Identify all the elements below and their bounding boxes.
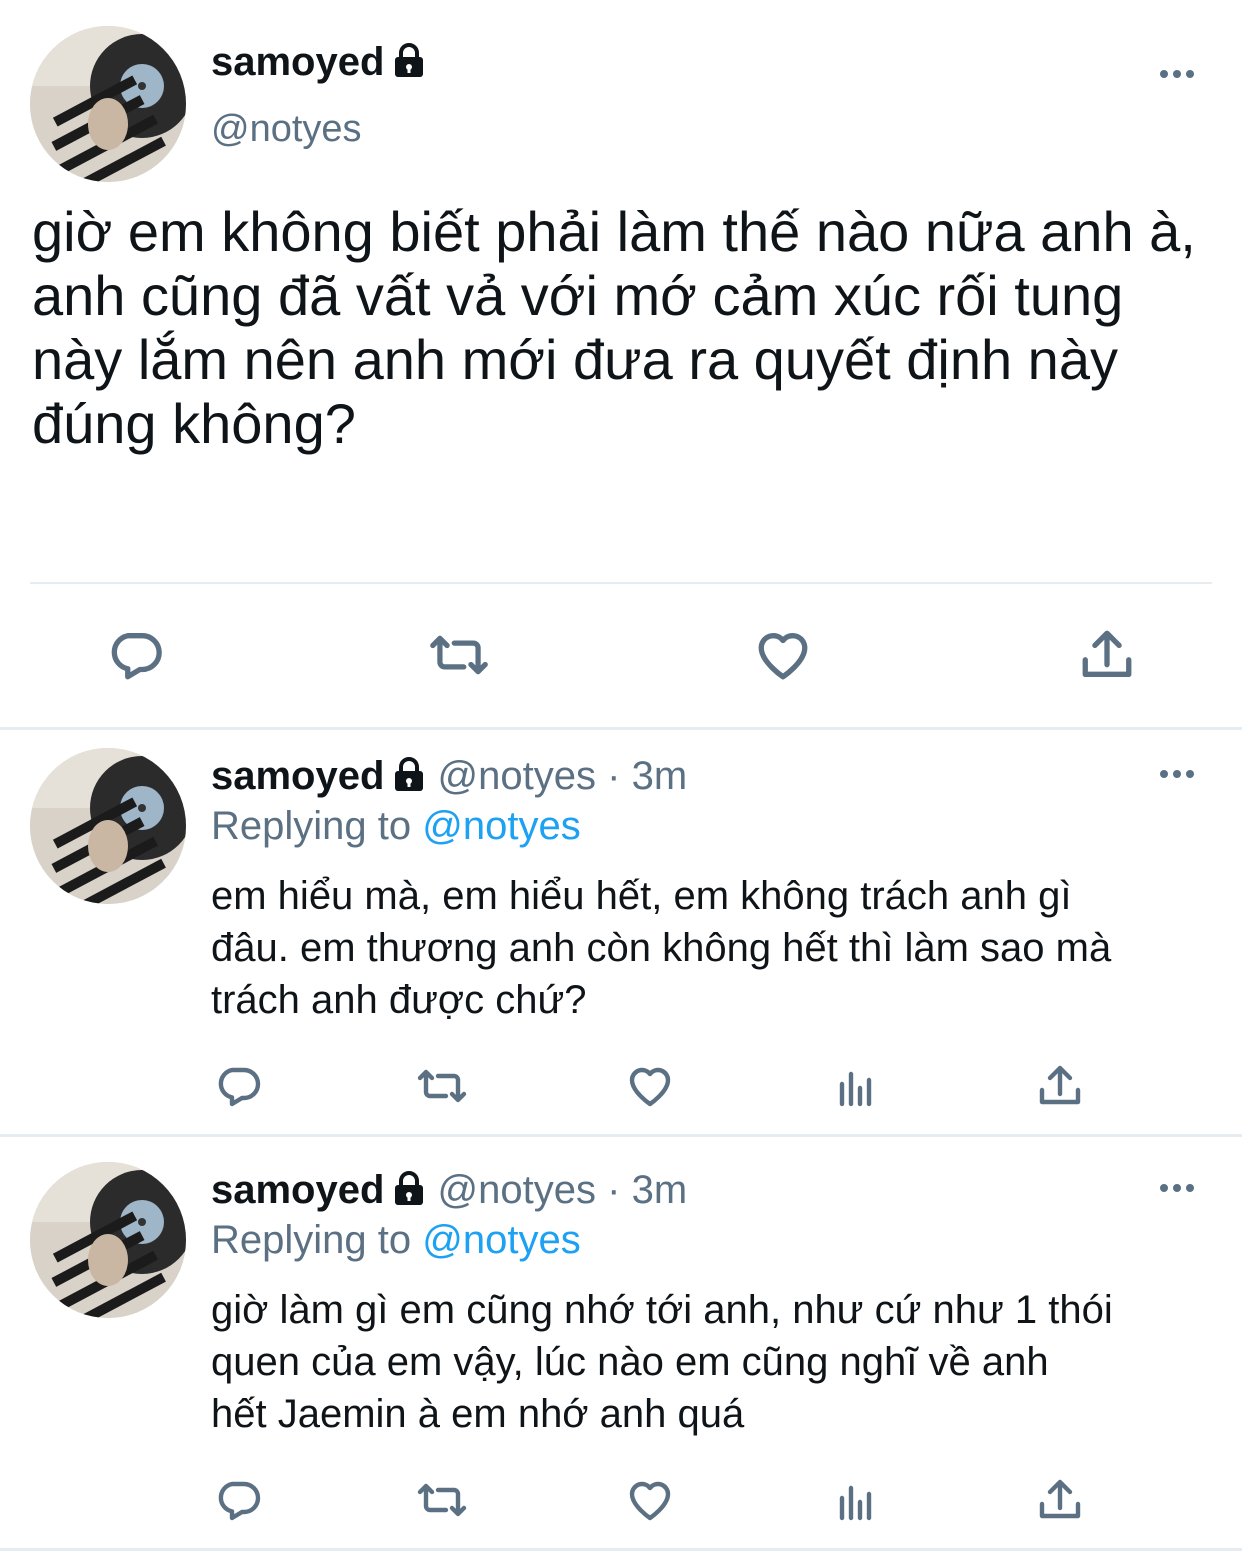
retweet-button[interactable] bbox=[426, 622, 492, 688]
analytics-button[interactable] bbox=[828, 1472, 884, 1528]
retweet-button[interactable] bbox=[414, 1472, 470, 1528]
lock-icon bbox=[395, 43, 424, 77]
main-tweet: samoyed @notyes giờ em không biết phải l… bbox=[0, 0, 1242, 728]
tweet-text: giờ em không biết phải làm thế nào nữa a… bbox=[32, 200, 1196, 455]
analytics-button[interactable] bbox=[828, 1058, 884, 1114]
separator bbox=[0, 1134, 1242, 1137]
reply-icon bbox=[218, 1067, 261, 1107]
avatar-image bbox=[30, 748, 186, 904]
replying-to: Replying to @notyes bbox=[211, 804, 581, 849]
like-icon bbox=[629, 1067, 671, 1107]
retweet-icon bbox=[417, 1483, 467, 1517]
share-button[interactable] bbox=[1032, 1058, 1088, 1114]
share-icon bbox=[1082, 630, 1132, 677]
tweet-text: giờ làm gì em cũng nhớ tới anh, như cứ n… bbox=[211, 1288, 1113, 1436]
avatar[interactable] bbox=[30, 748, 186, 904]
reply-tweet: samoyed @notyes · 3m Replying to @notyes… bbox=[0, 1144, 1242, 1549]
reply-button[interactable] bbox=[210, 1058, 266, 1114]
like-button[interactable] bbox=[750, 622, 816, 688]
share-button[interactable] bbox=[1032, 1472, 1088, 1528]
timestamp[interactable]: 3m bbox=[632, 754, 688, 798]
like-icon bbox=[629, 1481, 671, 1521]
like-button[interactable] bbox=[622, 1472, 678, 1528]
display-name[interactable]: samoyed bbox=[211, 1168, 384, 1212]
avatar[interactable] bbox=[30, 26, 186, 182]
like-button[interactable] bbox=[622, 1058, 678, 1114]
replying-prefix: Replying to bbox=[211, 1218, 412, 1262]
display-name-text: samoyed bbox=[211, 40, 385, 84]
avatar-image bbox=[30, 26, 186, 182]
mention-link[interactable]: @notyes bbox=[422, 804, 580, 848]
more-icon[interactable] bbox=[1160, 1184, 1194, 1192]
separator-dot: · bbox=[607, 1168, 621, 1212]
divider bbox=[30, 582, 1212, 584]
analytics-icon bbox=[839, 1485, 872, 1521]
avatar-image bbox=[30, 1162, 186, 1318]
timestamp[interactable]: 3m bbox=[632, 1168, 688, 1212]
retweet-icon bbox=[417, 1069, 467, 1103]
reply-button[interactable] bbox=[210, 1472, 266, 1528]
reply-tweet: samoyed @notyes · 3m Replying to @notyes… bbox=[0, 730, 1242, 1135]
separator-dot: · bbox=[607, 754, 621, 798]
share-icon bbox=[1039, 1065, 1081, 1105]
reply-icon bbox=[218, 1481, 261, 1521]
share-icon bbox=[1039, 1479, 1081, 1519]
reply-icon bbox=[111, 633, 162, 680]
reply-button[interactable] bbox=[102, 622, 168, 688]
tweet-text: em hiểu mà, em hiểu hết, em không trách … bbox=[211, 874, 1112, 1022]
share-button[interactable] bbox=[1074, 622, 1140, 688]
reply-header: samoyed @notyes · 3m bbox=[211, 754, 687, 799]
reply-header: samoyed @notyes · 3m bbox=[211, 1168, 687, 1213]
more-icon[interactable] bbox=[1160, 770, 1194, 778]
display-name[interactable]: samoyed bbox=[211, 40, 426, 85]
lock-icon bbox=[395, 757, 424, 791]
display-name[interactable]: samoyed bbox=[211, 754, 384, 798]
analytics-icon bbox=[839, 1071, 872, 1107]
handle[interactable]: @notyes bbox=[211, 108, 362, 151]
avatar[interactable] bbox=[30, 1162, 186, 1318]
retweet-icon bbox=[430, 635, 488, 675]
more-icon[interactable] bbox=[1160, 70, 1194, 78]
retweet-button[interactable] bbox=[414, 1058, 470, 1114]
lock-icon bbox=[395, 1171, 424, 1205]
handle[interactable]: @notyes bbox=[438, 1168, 596, 1212]
like-icon bbox=[758, 633, 808, 680]
handle[interactable]: @notyes bbox=[438, 754, 596, 798]
replying-to: Replying to @notyes bbox=[211, 1218, 581, 1263]
mention-link[interactable]: @notyes bbox=[422, 1218, 580, 1262]
replying-prefix: Replying to bbox=[211, 804, 412, 848]
